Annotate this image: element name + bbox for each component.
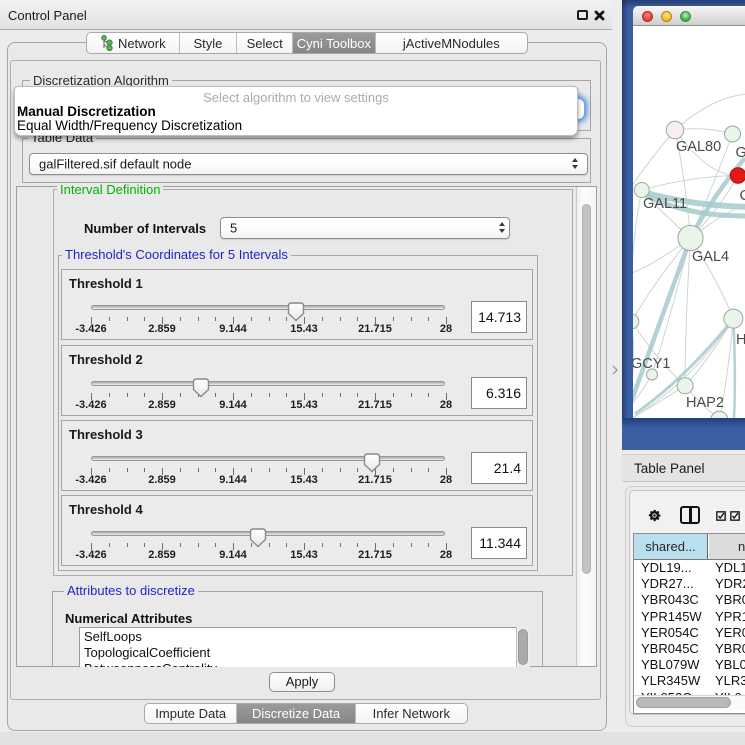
svg-text:GAL11: GAL11 [643,196,687,212]
svg-text:C: C [740,188,745,204]
svg-text:H: H [736,332,745,348]
svg-text:HAP2: HAP2 [686,395,724,411]
svg-text:GCY1: GCY1 [633,356,671,372]
svg-text:GAL4: GAL4 [692,249,729,265]
svg-text:G: G [736,145,745,161]
svg-text:GAL80: GAL80 [676,139,721,155]
